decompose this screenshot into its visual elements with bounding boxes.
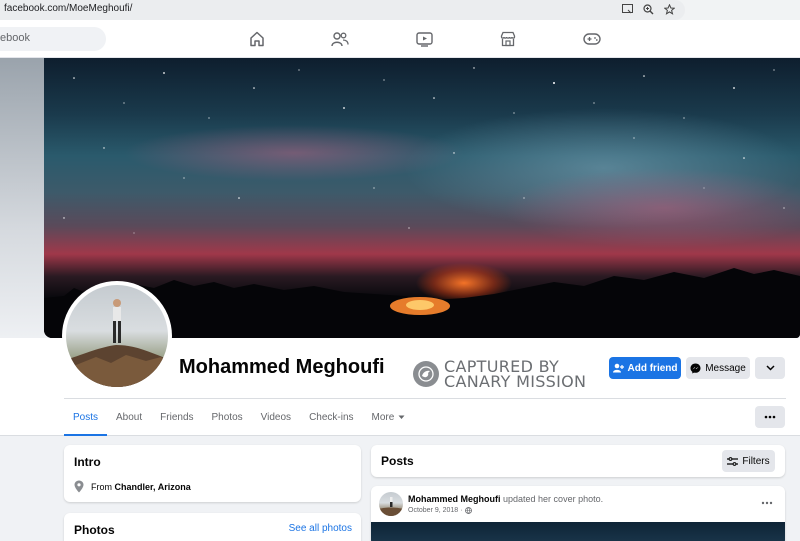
post-date-separator: · [460, 507, 463, 514]
filters-icon [727, 456, 739, 466]
tab-check-ins[interactable]: Check-ins [300, 399, 362, 436]
tab-photos[interactable]: Photos [203, 399, 252, 436]
post-image[interactable] [371, 522, 785, 541]
home-icon[interactable] [248, 31, 266, 47]
tab-label: Posts [73, 412, 99, 423]
filters-button[interactable]: Filters [722, 450, 775, 472]
url-text[interactable]: facebook.com/MoeMeghoufi/ [4, 3, 132, 14]
see-all-photos-link[interactable]: See all photos [289, 523, 352, 534]
post-author-avatar[interactable] [379, 492, 403, 516]
post-options-button[interactable] [761, 496, 773, 508]
address-bar[interactable]: facebook.com/MoeMeghoufi/ [0, 0, 685, 20]
tab-label: More [371, 412, 395, 423]
filters-label: Filters [742, 455, 770, 467]
tab-label: Photos [211, 412, 243, 423]
tab-label: Friends [160, 412, 194, 423]
posts-title: Posts [381, 454, 414, 468]
tab-label: Check-ins [309, 412, 354, 423]
intro-card: Intro From Chandler, Arizona [64, 445, 361, 502]
caret-down-icon [398, 415, 405, 419]
tab-videos[interactable]: Videos [252, 399, 300, 436]
friends-icon[interactable] [331, 31, 349, 47]
globe-icon [464, 507, 472, 514]
zoom-icon[interactable] [642, 2, 655, 16]
message-button[interactable]: Message [686, 357, 750, 379]
top-navigation: ebook [0, 20, 800, 58]
photos-card: Photos See all photos [64, 513, 361, 541]
side-gradient [0, 58, 44, 348]
watch-icon[interactable] [415, 31, 433, 47]
intro-from-place[interactable]: Chandler, Arizona [115, 482, 191, 492]
more-dots-icon [761, 501, 773, 505]
stamp-line-2: CANARY MISSION [444, 372, 587, 391]
canary-logo-icon [413, 361, 439, 387]
intro-from-prefix: From [91, 481, 112, 492]
chevron-down-icon [765, 365, 775, 371]
photos-title: Photos [74, 523, 115, 537]
add-friend-button[interactable]: Add friend [609, 357, 681, 379]
browser-toolbar: facebook.com/MoeMeghoufi/ [0, 0, 800, 20]
location-pin-icon [74, 480, 84, 493]
more-dots-icon [764, 415, 776, 419]
search-input[interactable]: ebook [0, 27, 106, 51]
post-author-name[interactable]: Mohammed Meghoufi [408, 494, 501, 504]
avatar [66, 285, 168, 387]
cover-photo[interactable] [44, 58, 800, 338]
profile-tabs: Posts About Friends Photos Videos Check-… [64, 399, 414, 436]
profile-picture[interactable] [62, 281, 172, 391]
tabs-options-button[interactable] [755, 406, 785, 428]
posts-header-card: Posts Filters [371, 445, 785, 477]
tab-more[interactable]: More [363, 399, 415, 436]
gaming-icon[interactable] [583, 31, 601, 47]
tab-posts[interactable]: Posts [64, 399, 108, 436]
add-friend-label: Add friend [627, 362, 678, 374]
message-label: Message [705, 362, 746, 374]
intro-title: Intro [74, 455, 101, 469]
search-text: ebook [0, 32, 30, 44]
tab-about[interactable]: About [107, 399, 151, 436]
avatar-image [66, 299, 168, 387]
profile-more-button[interactable] [755, 357, 785, 379]
cast-icon[interactable] [621, 2, 634, 16]
messenger-icon [690, 363, 701, 373]
bookmark-star-icon[interactable] [663, 2, 676, 16]
post-date: October 9, 2018 [408, 507, 459, 514]
tab-label: Videos [260, 412, 292, 423]
tab-friends[interactable]: Friends [151, 399, 202, 436]
intro-hometown: From Chandler, Arizona [74, 480, 191, 493]
canary-mission-stamp: CAPTURED BY CANARY MISSION [413, 359, 587, 391]
profile-name: Mohammed Meghoufi [179, 356, 385, 378]
tab-label: About [116, 412, 143, 423]
post-card: Mohammed Meghoufi updated her cover phot… [371, 486, 785, 541]
post-header-text: Mohammed Meghoufi updated her cover phot… [408, 494, 603, 504]
post-timestamp[interactable]: October 9, 2018 · [408, 507, 472, 514]
marketplace-icon[interactable] [499, 31, 517, 47]
post-action-text: updated her cover photo. [503, 494, 604, 504]
add-friend-icon [612, 363, 624, 373]
